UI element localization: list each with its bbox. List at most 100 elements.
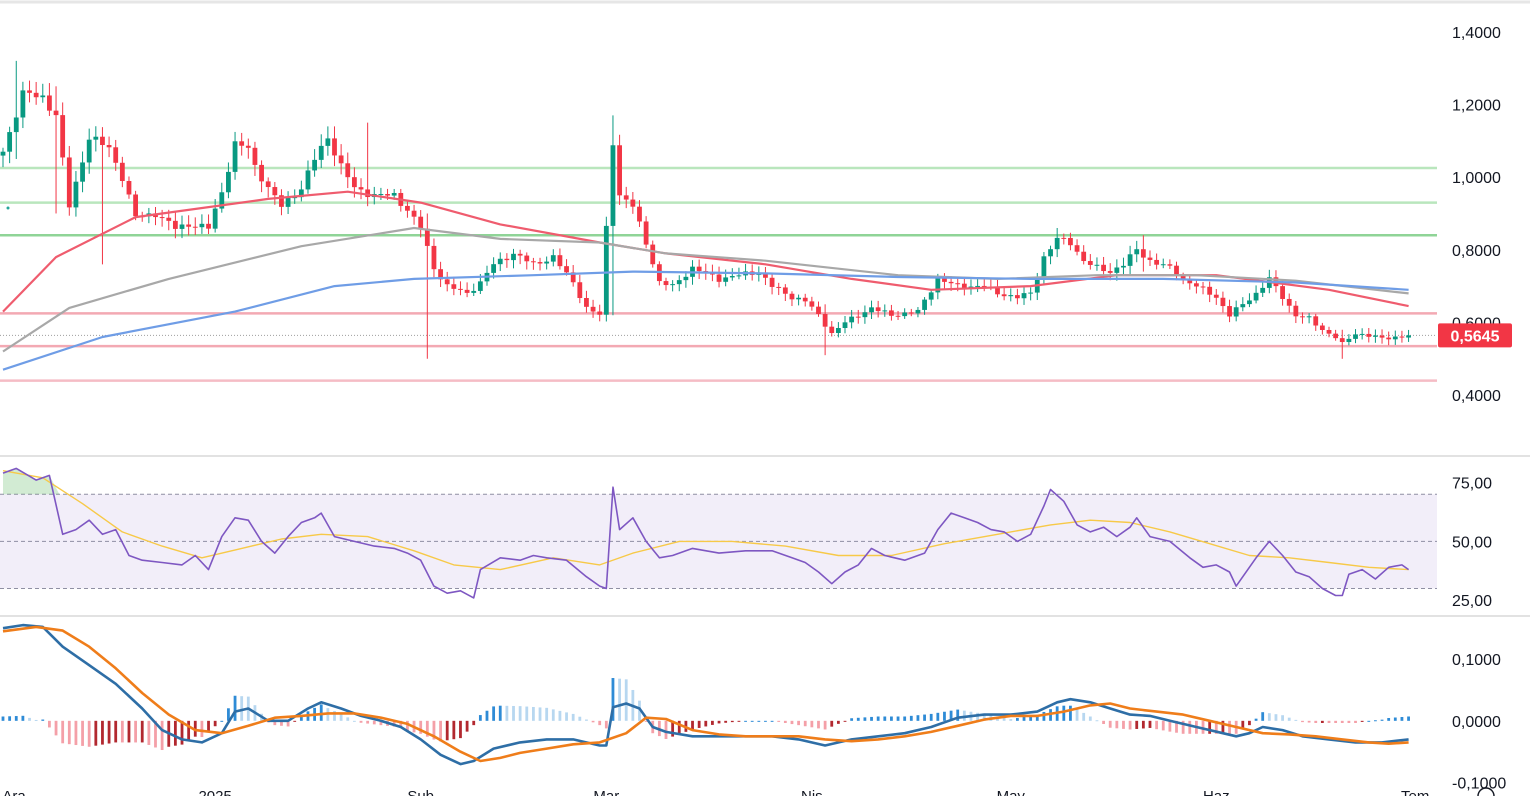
candle-body (504, 258, 510, 261)
candle-body (1101, 264, 1106, 272)
candle (1333, 329, 1339, 341)
macd-histogram-bar (717, 720, 721, 724)
candle (729, 268, 735, 281)
candle (763, 267, 768, 286)
date-tick-label: Ara (2, 788, 26, 796)
candle-body (239, 141, 245, 146)
moving-average-line (2, 226, 1409, 353)
macd-histogram-bar (41, 719, 45, 721)
candle (40, 83, 46, 103)
candle-body (265, 181, 271, 188)
candle-body (66, 157, 72, 208)
macd-histogram-bar (1320, 720, 1324, 723)
candle-body (769, 277, 775, 287)
candle-body (1194, 283, 1199, 287)
candle (537, 257, 543, 271)
marker-dot (6, 206, 10, 210)
macd-histogram-bar (1380, 719, 1384, 721)
candle (908, 308, 914, 317)
candle (206, 214, 211, 234)
candle (1306, 313, 1312, 324)
candle (285, 191, 291, 215)
candle (312, 149, 318, 177)
candle-body (1121, 265, 1126, 268)
macd-histogram-bar (1374, 720, 1377, 722)
candle (305, 160, 311, 194)
macd-histogram-bar (929, 713, 933, 721)
candle-body (272, 187, 278, 196)
candle-body (119, 162, 125, 182)
candle (252, 141, 258, 176)
candle (73, 171, 79, 217)
macd-histogram-bar (220, 720, 224, 722)
candle-body (796, 297, 801, 300)
candle (298, 180, 304, 202)
macd-histogram-bar (187, 720, 191, 741)
candle-body (1074, 245, 1080, 252)
candle-body (477, 281, 483, 291)
candle (1194, 279, 1199, 294)
macd-histogram-bar (830, 720, 834, 727)
candle (590, 299, 596, 318)
candle (1174, 261, 1179, 281)
candle (318, 134, 324, 168)
candle (66, 145, 72, 216)
price-tick-label: 1,2000 (1452, 97, 1501, 114)
candle (650, 240, 656, 268)
candle (802, 293, 808, 307)
candle-body (590, 306, 596, 312)
candle (1008, 288, 1014, 302)
last-price-tag: 0,5645 (1438, 323, 1512, 348)
candle-body (491, 264, 497, 273)
candle-body (385, 194, 390, 196)
candle (643, 216, 649, 249)
candle-body (683, 276, 689, 281)
candle (1392, 330, 1398, 345)
candle-body (0, 151, 6, 156)
candle-body (1346, 338, 1352, 343)
macd-histogram-bar (319, 704, 323, 721)
candle (975, 278, 981, 293)
macd-histogram-bar (1327, 720, 1331, 723)
candle (232, 131, 238, 180)
price-chart[interactable]: 1,40001,20001,00000,80000,60000,40000,56… (0, 0, 1530, 796)
macd-histogram-bar (797, 720, 800, 726)
candle (13, 60, 19, 159)
candle (961, 276, 967, 296)
macd-histogram-bar (1281, 715, 1284, 721)
macd-histogram-bar (67, 720, 71, 745)
candle (809, 296, 815, 311)
candle (1028, 287, 1034, 301)
candle-body (729, 276, 735, 278)
macd-histogram (1, 678, 1410, 751)
candle (928, 288, 934, 306)
candle (1379, 329, 1385, 344)
candle-body (212, 208, 218, 229)
macd-histogram-bar (803, 720, 807, 727)
macd-histogram-bar (697, 720, 701, 728)
candle-body (922, 299, 927, 310)
candle (411, 204, 417, 225)
candle (855, 309, 861, 324)
candle-body (849, 316, 855, 323)
candle-body (782, 287, 788, 294)
candle-body (637, 206, 642, 222)
candle (1233, 300, 1239, 322)
macd-tick-label: -0,1000 (1452, 776, 1506, 793)
macd-histogram-bar (724, 720, 728, 723)
candle (1359, 328, 1365, 340)
candle (192, 217, 198, 236)
candle-body (458, 288, 463, 290)
macd-histogram-bar (1128, 720, 1132, 730)
candle-body (517, 253, 523, 256)
candle-body (1366, 333, 1372, 337)
candle-body (1014, 295, 1020, 299)
candle-body (1140, 249, 1146, 258)
candle-body (1392, 336, 1398, 340)
macd-histogram-bar (14, 716, 18, 721)
candle-body (325, 138, 331, 146)
candle (1373, 329, 1378, 343)
date-tick-label: Şub (407, 788, 434, 796)
candle (942, 273, 947, 290)
candle-body (418, 216, 424, 229)
